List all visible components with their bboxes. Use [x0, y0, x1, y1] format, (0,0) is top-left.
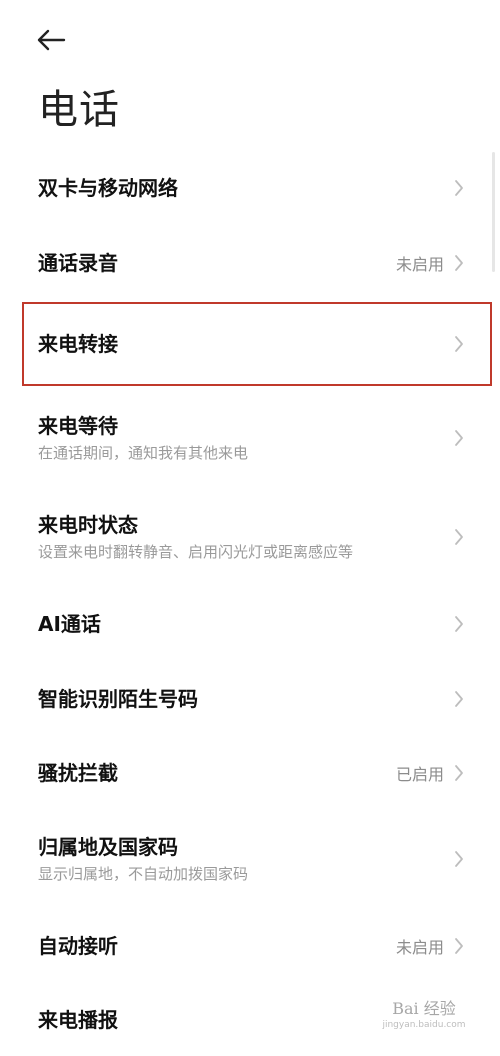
list-item-call-waiting[interactable]: 来电等待 在通话期间，通知我有其他来电 [0, 388, 500, 488]
list-item-call-forwarding[interactable]: 来电转接 [0, 300, 500, 388]
list-item-call-recording[interactable]: 通话录音 未启用 [0, 226, 500, 300]
list-item-label: 双卡与移动网络 [38, 176, 178, 200]
page-title: 电话 [38, 87, 120, 133]
settings-list: 双卡与移动网络 通话录音 未启用 来电转接 来电等待 在通话期间，通知我有其他来… [0, 150, 500, 1056]
list-item-identify-unknown-numbers[interactable]: 智能识别陌生号码 [0, 662, 500, 736]
list-item-spam-blocking[interactable]: 骚扰拦截 已启用 [0, 736, 500, 810]
arrow-left-icon [37, 29, 66, 51]
list-item-ai-call[interactable]: AI通话 [0, 586, 500, 662]
list-item-label: AI通话 [38, 612, 101, 636]
chevron-right-icon [452, 526, 466, 548]
status-text: 未启用 [395, 255, 444, 274]
chevron-right-icon [452, 613, 466, 635]
status-text: 未启用 [395, 938, 444, 957]
list-item-label: 自动接听 [38, 934, 118, 958]
list-item-label: 来电转接 [38, 332, 118, 356]
list-item-auto-answer[interactable]: 自动接听 未启用 [0, 908, 500, 984]
list-item-label: 通话录音 [38, 251, 118, 275]
chevron-right-icon [452, 848, 466, 870]
list-item-dual-sim-mobile-network[interactable]: 双卡与移动网络 [0, 150, 500, 226]
list-item-label: 来电时状态 [38, 513, 138, 537]
watermark-text: Bai 经验 [392, 999, 456, 1018]
chevron-right-icon [452, 427, 466, 449]
list-item-incoming-call-state[interactable]: 来电时状态 设置来电时翻转静音、启用闪光灯或距离感应等 [0, 488, 500, 586]
list-item-label: 归属地及国家码 [38, 835, 178, 859]
chevron-right-icon [452, 177, 466, 199]
back-button[interactable] [36, 24, 72, 56]
list-item-caller-location-country-code[interactable]: 归属地及国家码 显示归属地，不自动加拨国家码 [0, 810, 500, 908]
status-text: 已启用 [395, 765, 444, 784]
chevron-right-icon [452, 333, 466, 355]
chevron-right-icon [452, 762, 466, 784]
list-item-subtitle: 显示归属地，不自动加拨国家码 [38, 865, 249, 883]
list-item-label: 来电等待 [38, 414, 118, 438]
list-item-subtitle: 设置来电时翻转静音、启用闪光灯或距离感应等 [38, 543, 354, 561]
chevron-right-icon [452, 935, 466, 957]
list-item-subtitle: 在通话期间，通知我有其他来电 [38, 444, 249, 462]
list-item-label: 智能识别陌生号码 [38, 687, 198, 711]
chevron-right-icon [452, 252, 466, 274]
watermark-url: jingyan.baidu.com [382, 1020, 466, 1030]
list-item-label: 骚扰拦截 [38, 761, 118, 785]
baidu-jingyan-watermark: Bai 经验 jingyan.baidu.com [370, 993, 478, 1037]
chevron-right-icon [452, 688, 466, 710]
